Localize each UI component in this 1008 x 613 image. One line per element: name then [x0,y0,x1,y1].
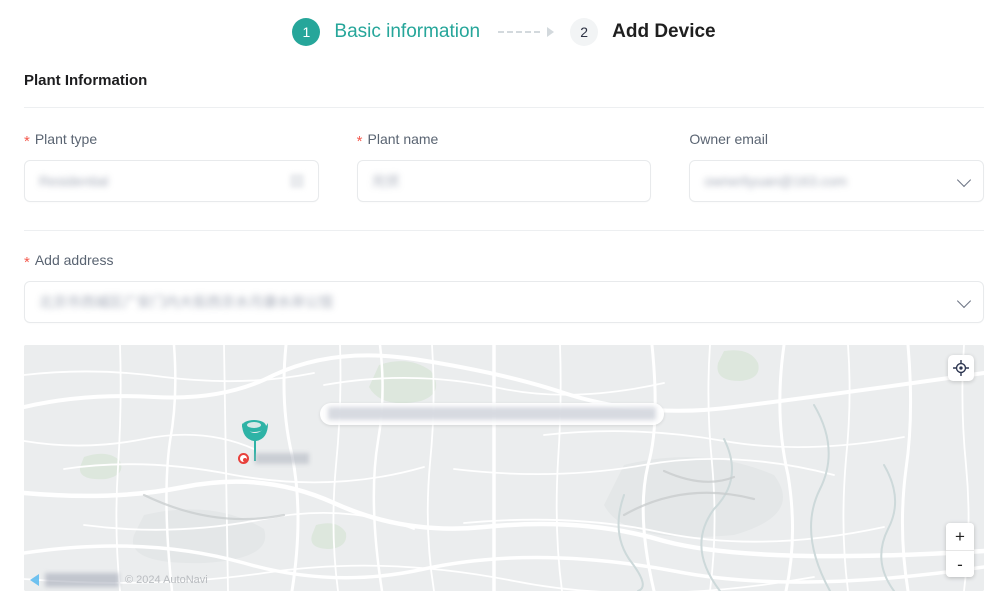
step-1-label: Basic information [334,21,481,42]
step-1-circle: 1 [292,18,321,46]
owner-email-value: ownerliyuan@163.com [704,173,847,189]
autonavi-logo-icon [30,574,39,586]
address-block: * Add address 北京市西城区广安门内大街西京水月康水岸公馆 [0,251,1008,323]
section-divider [24,107,984,108]
field-plant-name: * Plant name 光伏 [356,130,652,202]
map-zoom-controls: + - [946,523,974,577]
address-section-divider [24,230,984,231]
poi-label-text [255,453,309,464]
map-canvas[interactable] [24,345,984,591]
map-attribution: © 2024 AutoNavi [30,573,208,587]
map-locate-button[interactable] [948,355,974,381]
plant-name-label-text: Plant name [367,131,439,147]
section-title: Plant Information [24,72,148,89]
plant-name-input[interactable]: 光伏 [356,160,652,202]
owner-email-label-text: Owner email [689,131,768,147]
map-zoom-out-button[interactable]: - [946,550,974,577]
plant-type-select[interactable]: Residential [24,160,319,202]
add-address-value: 北京市西城区广安门内大街西京水月康水岸公馆 [39,294,333,310]
crosshair-locate-icon [953,360,969,376]
map-copyright-text: © 2024 AutoNavi [125,574,208,586]
plant-name-label: * Plant name [356,130,652,150]
plant-type-label: * Plant type [24,130,319,150]
owner-email-label: Owner email [689,130,984,148]
add-address-chevron-down-icon[interactable] [956,293,972,309]
step-connector-arrow-icon [498,27,555,37]
add-address-select[interactable]: 北京市西城区广安门内大街西京水月康水岸公馆 [24,281,984,323]
add-address-label-text: Add address [34,252,114,268]
map-address-tooltip [320,403,664,425]
add-address-label: * Add address [24,251,984,271]
poi-dot-icon [238,453,249,464]
plant-type-value: Residential [39,173,109,189]
owner-email-chevron-down-icon[interactable] [956,172,972,188]
map-zoom-in-button[interactable]: + [946,523,974,550]
map-container[interactable]: + - © 2024 AutoNavi [24,345,984,591]
map-address-tooltip-text [328,407,656,420]
plant-type-chevron-down-icon[interactable] [289,174,304,188]
step-2-label: Add Device [612,21,716,42]
required-asterisk-icon: * [24,132,30,150]
plant-info-form-row: * Plant type Residential * Plant name 光伏… [0,130,1008,202]
wizard-stepper: 1 Basic information 2 Add Device [0,0,1008,64]
plant-name-value: 光伏 [371,173,400,189]
map-poi-marker[interactable] [238,453,309,464]
step-2-circle: 2 [570,18,599,46]
field-owner-email: Owner email ownerliyuan@163.com [689,130,985,202]
step-basic-information[interactable]: 1 Basic information [292,18,480,46]
autonavi-logo-text [45,573,119,587]
required-asterisk-icon: * [24,253,30,271]
plant-type-label-text: Plant type [34,131,98,147]
field-plant-type: * Plant type Residential [24,130,319,202]
add-plant-page: 1 Basic information 2 Add Device Plant I… [0,0,1008,613]
step-add-device[interactable]: 2 Add Device [570,18,716,46]
required-asterisk-icon: * [356,132,363,150]
owner-email-select[interactable]: ownerliyuan@163.com [689,160,985,202]
